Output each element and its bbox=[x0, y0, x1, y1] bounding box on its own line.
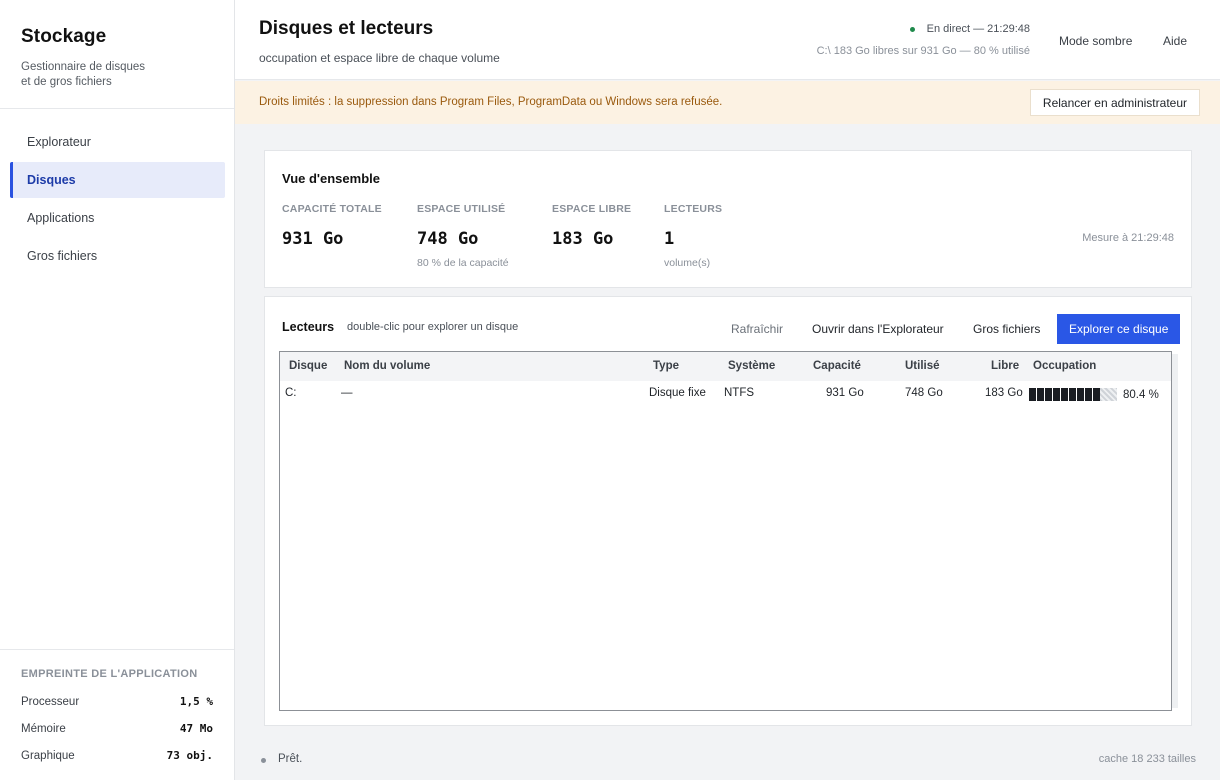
drives-title: Lecteurs bbox=[282, 320, 335, 334]
stat-total-capacity: CAPACITÉ TOTALE 931 Go bbox=[282, 203, 382, 249]
footprint-title: EMPREINTE DE L'APPLICATION bbox=[21, 668, 198, 680]
footprint-value: 1,5 % bbox=[179, 695, 213, 708]
usage-summary: C:\ 183 Go libres sur 931 Go — 80 % util… bbox=[816, 45, 1030, 57]
help-button[interactable]: Aide bbox=[1163, 34, 1187, 48]
app-title: Stockage bbox=[21, 26, 107, 47]
refresh-button[interactable]: Rafraîchir bbox=[719, 314, 795, 344]
app-footprint-panel: EMPREINTE DE L'APPLICATION Processeur 1,… bbox=[0, 649, 234, 780]
footprint-label: Graphique bbox=[21, 749, 75, 762]
column-header-used[interactable]: Utilisé bbox=[905, 360, 940, 372]
footprint-label: Processeur bbox=[21, 695, 80, 708]
drives-table[interactable]: Disque Nom du volume Type Système Capaci… bbox=[279, 351, 1178, 711]
drives-hint: double-clic pour explorer un disque bbox=[347, 321, 519, 333]
stat-label: ESPACE LIBRE bbox=[552, 203, 632, 215]
sidebar-item-applications[interactable]: Applications bbox=[10, 200, 225, 236]
drives-card: Lecteurs double-clic pour explorer un di… bbox=[264, 296, 1192, 726]
measure-timestamp: Mesure à 21:29:48 bbox=[1082, 232, 1174, 244]
footprint-row-cpu: Processeur 1,5 % bbox=[21, 688, 213, 715]
brand: Stockage Gestionnaire de disques et de g… bbox=[0, 0, 234, 109]
sidebar-nav: Explorateur Disques Applications Gros fi… bbox=[0, 109, 234, 274]
column-header-filesystem[interactable]: Système bbox=[728, 360, 775, 372]
open-in-explorer-button[interactable]: Ouvrir dans l'Explorateur bbox=[800, 314, 956, 344]
status-dot-icon bbox=[261, 758, 266, 763]
table-header: Disque Nom du volume Type Système Capaci… bbox=[280, 352, 1171, 381]
page-subtitle: occupation et espace libre de chaque vol… bbox=[259, 51, 500, 65]
occupation-bar: 80.4 % bbox=[1029, 388, 1159, 401]
occupation-percent: 80.4 % bbox=[1123, 388, 1159, 401]
column-header-free[interactable]: Libre bbox=[991, 360, 1019, 372]
stat-value: 183 Go bbox=[552, 229, 614, 249]
stat-value: 931 Go bbox=[282, 229, 344, 249]
cell-used: 748 Go bbox=[905, 387, 943, 399]
stat-label: LECTEURS bbox=[664, 203, 723, 215]
footprint-row-graphics: Graphique 73 obj. bbox=[21, 742, 213, 769]
page-header: Disques et lecteurs occupation et espace… bbox=[235, 0, 1220, 80]
footprint-value: 73 obj. bbox=[166, 749, 213, 762]
occupation-bar-remaining bbox=[1100, 388, 1117, 401]
sidebar-item-explorateur[interactable]: Explorateur bbox=[10, 124, 225, 160]
column-header-disk[interactable]: Disque bbox=[289, 360, 327, 372]
stat-label: ESPACE UTILISÉ bbox=[417, 203, 506, 215]
column-header-volume-name[interactable]: Nom du volume bbox=[344, 360, 430, 372]
live-indicator: En direct — 21:29:48 bbox=[909, 23, 1030, 35]
cell-volume-name: — bbox=[341, 387, 353, 399]
status-bar: Prêt. cache 18 233 tailles bbox=[235, 740, 1220, 780]
app-subtitle: Gestionnaire de disques et de gros fichi… bbox=[21, 61, 146, 88]
stat-value: 748 Go bbox=[417, 229, 479, 249]
relaunch-admin-button[interactable]: Relancer en administrateur bbox=[1029, 89, 1200, 116]
stat-note: volume(s) bbox=[664, 257, 711, 269]
cell-type: Disque fixe bbox=[649, 387, 706, 399]
overview-title: Vue d'ensemble bbox=[282, 171, 380, 186]
live-dot-icon bbox=[909, 26, 915, 32]
occupation-bar-fill bbox=[1029, 388, 1100, 401]
stat-value: 1 bbox=[664, 229, 675, 249]
cache-info: cache 18 233 tailles bbox=[1098, 753, 1196, 765]
stat-drives-count: LECTEURS 1 volume(s) bbox=[664, 203, 722, 269]
cell-filesystem: NTFS bbox=[724, 387, 755, 399]
live-text: En direct — 21:29:48 bbox=[926, 23, 1030, 35]
sidebar-item-gros-fichiers[interactable]: Gros fichiers bbox=[10, 238, 225, 274]
dark-mode-button[interactable]: Mode sombre bbox=[1059, 34, 1132, 48]
cell-disk: C: bbox=[285, 387, 297, 399]
cell-capacity: 931 Go bbox=[826, 387, 864, 399]
overview-card: Vue d'ensemble CAPACITÉ TOTALE 931 Go ES… bbox=[264, 150, 1192, 288]
cell-free: 183 Go bbox=[985, 387, 1023, 399]
banner-text: Droits limités : la suppression dans Pro… bbox=[259, 96, 723, 108]
sidebar: Stockage Gestionnaire de disques et de g… bbox=[0, 0, 235, 780]
large-files-button[interactable]: Gros fichiers bbox=[961, 314, 1052, 344]
footprint-row-memory: Mémoire 47 Mo bbox=[21, 715, 213, 742]
column-header-type[interactable]: Type bbox=[653, 360, 679, 372]
explore-disk-button[interactable]: Explorer ce disque bbox=[1057, 314, 1181, 344]
sidebar-item-disques[interactable]: Disques bbox=[10, 162, 225, 198]
status-text: Prêt. bbox=[278, 753, 303, 765]
footprint-value: 47 Mo bbox=[179, 722, 213, 735]
column-header-capacity[interactable]: Capacité bbox=[813, 360, 861, 372]
stat-used-space: ESPACE UTILISÉ 748 Go 80 % de la capacit… bbox=[417, 203, 509, 269]
stat-label: CAPACITÉ TOTALE bbox=[282, 203, 382, 215]
permissions-banner: Droits limités : la suppression dans Pro… bbox=[235, 81, 1220, 124]
footprint-label: Mémoire bbox=[21, 722, 66, 735]
stat-free-space: ESPACE LIBRE 183 Go bbox=[552, 203, 631, 249]
stat-note: 80 % de la capacité bbox=[417, 257, 509, 269]
page-title: Disques et lecteurs bbox=[259, 18, 434, 39]
table-scrollbar[interactable] bbox=[1172, 354, 1178, 708]
column-header-occupation[interactable]: Occupation bbox=[1033, 360, 1096, 372]
